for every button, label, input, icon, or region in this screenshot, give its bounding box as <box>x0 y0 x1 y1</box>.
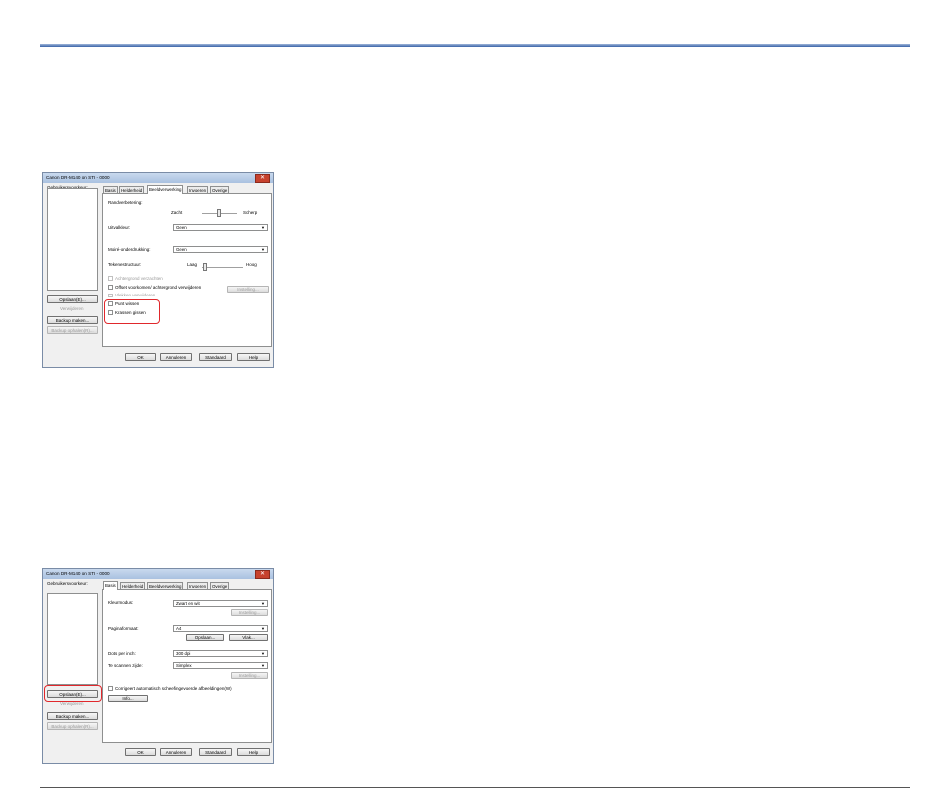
straighten-checkbox[interactable] <box>108 686 113 691</box>
straighten-label: Corrigeert automatisch scheefingevoerde … <box>115 686 232 691</box>
dialog-titlebar: Canon DR-M140 on STI - 0000 ✕ <box>43 173 273 183</box>
mode-label: Kleurmodus: <box>108 600 134 605</box>
page-size-label: Paginaformaat: <box>108 626 139 631</box>
contrast-low-label: Laag <box>187 262 198 267</box>
mode-value: Zwart en wit <box>176 601 200 606</box>
tab-beeldverwerking[interactable]: Beeldverwerking <box>147 185 184 194</box>
side-select[interactable]: Simplex ▼ <box>173 662 268 669</box>
chevron-down-icon: ▼ <box>261 225 265 230</box>
tab-invoeren[interactable]: Invoeren <box>187 186 209 193</box>
default-button[interactable]: Standaard <box>199 353 232 361</box>
contrast-high-label: Hoog <box>246 262 257 267</box>
tab-helderheid[interactable]: Helderheid <box>119 186 145 193</box>
backup-button[interactable]: Backup maken... <box>47 712 98 720</box>
moire-label: Moiré-onderdrukking: <box>108 247 151 252</box>
dropout-select[interactable]: Geen ▼ <box>173 224 268 231</box>
delete-preset-button[interactable]: Verwijderen <box>60 306 84 311</box>
restore-button[interactable]: Backup ophalen(R)... <box>47 326 98 334</box>
dialog-title: Canon DR-M140 on STI - 0000 <box>46 175 110 180</box>
save-preset-button[interactable]: Opslaan(E)... <box>47 295 98 303</box>
area-button[interactable]: Vlak... <box>229 634 268 641</box>
dropout-label: Uitvalkleur: <box>108 225 131 230</box>
header-rule <box>40 44 910 47</box>
save-size-button[interactable]: Opslaan... <box>186 634 224 641</box>
mode-settings-button[interactable]: Instelling... <box>231 609 268 616</box>
tab-basis[interactable]: Basis <box>103 186 118 193</box>
tab-overige[interactable]: Overige <box>210 582 230 589</box>
side-settings-button[interactable]: Instelling... <box>231 672 268 679</box>
tab-invoeren[interactable]: Invoeren <box>187 582 209 589</box>
dialog-titlebar: Canon DR-M140 on STI - 0000 ✕ <box>43 569 273 579</box>
scanner-settings-dialog-image-processing: Canon DR-M140 on STI - 0000 ✕ Gebruikers… <box>42 172 274 368</box>
dialog-title: Canon DR-M140 on STI - 0000 <box>46 571 110 576</box>
contrast-slider[interactable] <box>203 263 207 271</box>
side-label: Te scannen zijde: <box>108 663 143 668</box>
side-value: Simplex <box>176 663 192 668</box>
callout-highlight <box>104 299 160 324</box>
partial-checkbox[interactable] <box>108 294 113 297</box>
help-button[interactable]: Help <box>237 353 270 361</box>
cancel-button[interactable]: Annuleren <box>160 353 192 361</box>
edge-soft-label: Zacht <box>171 210 183 215</box>
dpi-select[interactable]: 300 dpi ▼ <box>173 650 268 657</box>
close-icon[interactable]: ✕ <box>255 174 270 183</box>
scanner-settings-dialog-basic: Canon DR-M140 on STI - 0000 ✕ Gebruikers… <box>42 568 274 764</box>
dpi-label: Dots per inch: <box>108 651 136 656</box>
offset-settings-button[interactable]: Instelling... <box>227 286 269 293</box>
bg-smooth-checkbox[interactable] <box>108 276 113 281</box>
chevron-down-icon: ▼ <box>261 247 265 252</box>
dropout-value: Geen <box>176 225 187 230</box>
offset-checkbox[interactable] <box>108 285 113 290</box>
partial-label: Vlekken verwijderen <box>115 293 156 296</box>
presets-list[interactable] <box>47 593 98 685</box>
footer-rule <box>40 787 910 788</box>
edge-sharp-label: Scherp <box>243 210 258 215</box>
contrast-slider-track <box>202 267 243 268</box>
tab-helderheid[interactable]: Helderheid <box>120 582 146 589</box>
bg-smooth-label: Achtergrond verzachten <box>115 276 163 281</box>
page-size-select[interactable]: A4 ▼ <box>173 625 268 632</box>
moire-value: Geen <box>176 247 187 252</box>
contrast-label: Tekenestructuur: <box>108 262 142 267</box>
tab-basis[interactable]: Basis <box>103 581 118 590</box>
edge-slider[interactable] <box>217 209 221 217</box>
chevron-down-icon: ▼ <box>261 651 265 656</box>
default-button[interactable]: Standaard <box>199 748 232 756</box>
edge-emphasis-label: Randverbetering: <box>108 200 143 205</box>
page-size-value: A4 <box>176 626 182 631</box>
info-button[interactable]: Info... <box>108 695 148 702</box>
chevron-down-icon: ▼ <box>261 663 265 668</box>
backup-button[interactable]: Backup maken... <box>47 316 98 324</box>
tab-panel: Kleurmodus: Zwart en wit ▼ Instelling...… <box>102 589 272 743</box>
callout-highlight <box>44 685 102 702</box>
dpi-value: 300 dpi <box>176 651 191 656</box>
cancel-button[interactable]: Annuleren <box>160 748 192 756</box>
help-button[interactable]: Help <box>237 748 270 756</box>
presets-label: Gebruikersvoorkeur: <box>47 581 88 586</box>
tab-overige[interactable]: Overige <box>210 186 230 193</box>
mode-select[interactable]: Zwart en wit ▼ <box>173 600 268 607</box>
close-icon[interactable]: ✕ <box>255 570 270 579</box>
ok-button[interactable]: OK <box>125 353 156 361</box>
restore-button[interactable]: Backup ophalen(R)... <box>47 722 98 730</box>
ok-button[interactable]: OK <box>125 748 156 756</box>
offset-label: Offset voorkomen/ achtergrond verwijdere… <box>115 285 202 290</box>
presets-list[interactable] <box>47 188 98 291</box>
chevron-down-icon: ▼ <box>261 626 265 631</box>
moire-select[interactable]: Geen ▼ <box>173 246 268 253</box>
tab-beeldverwerking[interactable]: Beeldverwerking <box>147 582 184 589</box>
chevron-down-icon: ▼ <box>261 601 265 606</box>
